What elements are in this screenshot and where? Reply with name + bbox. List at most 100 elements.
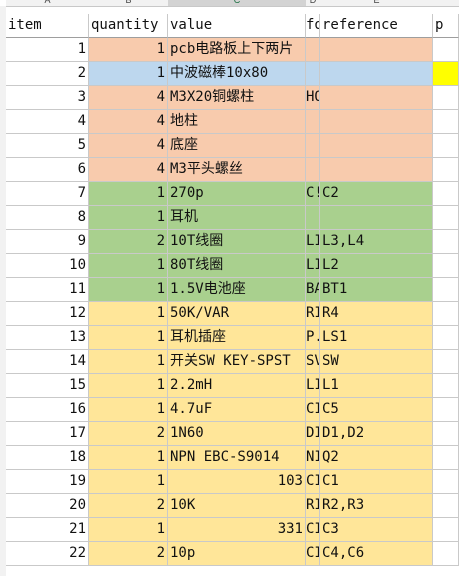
cell-reference[interactable]: D1,D2 xyxy=(320,422,433,446)
cell-item[interactable]: 13 xyxy=(6,326,89,350)
cell-value[interactable]: 4.7uF xyxy=(168,398,306,422)
column-header-b[interactable]: B xyxy=(89,0,168,7)
cell-quantity[interactable]: 1 xyxy=(89,38,168,62)
cell-value[interactable]: 1N60 xyxy=(168,422,306,446)
cell-value[interactable]: 10K xyxy=(168,494,306,518)
cell-footprint[interactable] xyxy=(306,158,320,182)
cell-reference[interactable]: Q2 xyxy=(320,446,433,470)
cell-item[interactable]: 6 xyxy=(6,158,89,182)
cell-quantity[interactable]: 2 xyxy=(89,230,168,254)
cell-footprint[interactable]: CI xyxy=(306,398,320,422)
header-item[interactable]: item xyxy=(6,14,89,38)
cell-quantity[interactable]: 1 xyxy=(89,302,168,326)
cell-extra[interactable] xyxy=(433,494,459,518)
cell-extra[interactable] xyxy=(433,374,459,398)
cell-quantity[interactable]: 2 xyxy=(89,422,168,446)
cell-item[interactable]: 19 xyxy=(6,470,89,494)
cell-quantity[interactable]: 1 xyxy=(89,206,168,230)
cell-quantity[interactable]: 4 xyxy=(89,110,168,134)
cell-footprint[interactable]: P. xyxy=(306,326,320,350)
cell-footprint[interactable]: HOLE3MM xyxy=(306,86,320,110)
cell-footprint[interactable]: BA xyxy=(306,278,320,302)
cell-extra[interactable] xyxy=(433,302,459,326)
cell-quantity[interactable]: 4 xyxy=(89,158,168,182)
cell-footprint[interactable]: CI xyxy=(306,518,320,542)
cell-footprint[interactable]: DI xyxy=(306,422,320,446)
cell-extra[interactable] xyxy=(433,110,459,134)
cell-reference[interactable] xyxy=(320,158,433,182)
cell-item[interactable]: 1 xyxy=(6,38,89,62)
cell-reference[interactable]: LS1 xyxy=(320,326,433,350)
cell-footprint[interactable] xyxy=(306,110,320,134)
cell-item[interactable]: 4 xyxy=(6,110,89,134)
cell-footprint[interactable]: C! xyxy=(306,182,320,206)
cell-footprint[interactable]: CI xyxy=(306,470,320,494)
cell-value[interactable]: 开关SW KEY-SPST xyxy=(168,350,306,374)
cell-extra[interactable] xyxy=(433,86,459,110)
cell-value[interactable]: 10T线圈 xyxy=(168,230,306,254)
cell-quantity[interactable]: 4 xyxy=(89,134,168,158)
cell-value[interactable]: 耳机插座 xyxy=(168,326,306,350)
column-header-d[interactable]: D xyxy=(306,0,320,7)
cell-extra[interactable] xyxy=(433,158,459,182)
cell-extra[interactable] xyxy=(433,206,459,230)
cell-quantity[interactable]: 4 xyxy=(89,86,168,110)
cell-footprint[interactable] xyxy=(306,134,320,158)
cell-extra[interactable] xyxy=(433,518,459,542)
cell-quantity[interactable]: 1 xyxy=(89,326,168,350)
cell-footprint[interactable] xyxy=(306,62,320,86)
cell-footprint[interactable]: LI xyxy=(306,230,320,254)
cell-quantity[interactable]: 1 xyxy=(89,470,168,494)
cell-reference[interactable]: L2 xyxy=(320,254,433,278)
column-header-e[interactable]: E xyxy=(320,0,433,7)
cell-extra[interactable] xyxy=(433,62,459,86)
cell-extra[interactable] xyxy=(433,542,459,566)
cell-value[interactable]: 中波磁棒10x80 xyxy=(168,62,306,86)
cell-footprint[interactable]: SV xyxy=(306,350,320,374)
cell-extra[interactable] xyxy=(433,230,459,254)
cell-footprint[interactable] xyxy=(306,38,320,62)
cell-value[interactable]: NPN EBC-S9014 xyxy=(168,446,306,470)
cell-value[interactable]: M3X20铜螺柱 xyxy=(168,86,306,110)
cell-value[interactable]: 10p xyxy=(168,542,306,566)
cell-quantity[interactable]: 1 xyxy=(89,374,168,398)
cell-value[interactable]: 50K/VAR xyxy=(168,302,306,326)
cell-reference[interactable] xyxy=(320,62,433,86)
cell-reference[interactable] xyxy=(320,86,433,110)
cell-footprint[interactable]: RI xyxy=(306,494,320,518)
cell-quantity[interactable]: 1 xyxy=(89,398,168,422)
cell-value[interactable]: 地柱 xyxy=(168,110,306,134)
cell-quantity[interactable]: 1 xyxy=(89,278,168,302)
cell-value[interactable]: 耳机 xyxy=(168,206,306,230)
cell-extra[interactable] xyxy=(433,38,459,62)
cell-extra[interactable] xyxy=(433,278,459,302)
cell-value[interactable]: 331 xyxy=(168,518,306,542)
cell-extra[interactable] xyxy=(433,326,459,350)
cell-value[interactable]: M3平头螺丝 xyxy=(168,158,306,182)
cell-reference[interactable]: R4 xyxy=(320,302,433,326)
cell-extra[interactable] xyxy=(433,134,459,158)
cell-item[interactable]: 12 xyxy=(6,302,89,326)
cell-footprint[interactable]: LI xyxy=(306,254,320,278)
cell-item[interactable]: 17 xyxy=(6,422,89,446)
cell-footprint[interactable]: CI xyxy=(306,542,320,566)
cell-value[interactable]: 103 xyxy=(168,470,306,494)
cell-value[interactable]: 1.5V电池座 xyxy=(168,278,306,302)
cell-extra[interactable] xyxy=(433,182,459,206)
cell-extra[interactable] xyxy=(433,470,459,494)
cell-quantity[interactable]: 2 xyxy=(89,494,168,518)
cell-reference[interactable]: BT1 xyxy=(320,278,433,302)
column-header-f[interactable] xyxy=(433,0,459,7)
cell-extra[interactable] xyxy=(433,422,459,446)
cell-item[interactable]: 8 xyxy=(6,206,89,230)
cell-quantity[interactable]: 1 xyxy=(89,350,168,374)
cell-reference[interactable]: L3,L4 xyxy=(320,230,433,254)
header-reference[interactable]: reference xyxy=(320,14,433,38)
header-value[interactable]: value xyxy=(168,14,306,38)
cell-quantity[interactable]: 1 xyxy=(89,518,168,542)
cell-value[interactable]: 2.2mH xyxy=(168,374,306,398)
cell-reference[interactable] xyxy=(320,110,433,134)
cell-reference[interactable]: L1 xyxy=(320,374,433,398)
cell-footprint[interactable] xyxy=(306,206,320,230)
cell-reference[interactable] xyxy=(320,134,433,158)
